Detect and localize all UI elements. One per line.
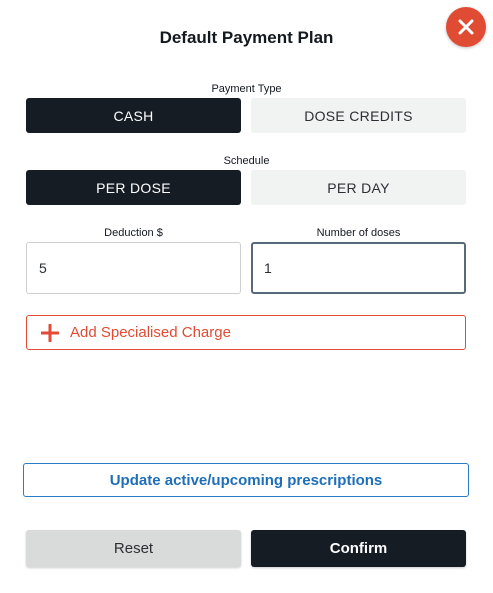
confirm-button[interactable]: Confirm	[251, 530, 466, 567]
dialog-title: Default Payment Plan	[159, 28, 334, 47]
deduction-value: 5	[39, 260, 47, 276]
number-of-doses-label: Number of doses	[316, 227, 401, 239]
schedule-per-dose-option[interactable]: PER DOSE	[26, 170, 241, 205]
payment-type-cash-option[interactable]: CASH	[26, 98, 241, 133]
deduction-input[interactable]: 5	[26, 242, 241, 294]
schedule-per-day-option[interactable]: PER DAY	[251, 170, 466, 205]
add-specialised-charge-label: Add Specialised Charge	[70, 324, 231, 341]
reset-button[interactable]: Reset	[26, 530, 241, 567]
payment-type-dose-credits-option[interactable]: DOSE CREDITS	[251, 98, 466, 133]
close-button[interactable]	[446, 7, 486, 47]
add-specialised-charge-button[interactable]: Add Specialised Charge	[26, 315, 466, 350]
plus-icon	[40, 323, 60, 343]
number-of-doses-input[interactable]: 1	[251, 242, 466, 294]
close-icon	[458, 19, 474, 35]
deduction-label: Deduction $	[104, 227, 163, 239]
schedule-label: Schedule	[223, 155, 270, 167]
update-prescriptions-button[interactable]: Update active/upcoming prescriptions	[23, 463, 469, 497]
payment-plan-dialog: Default Payment Plan Payment Type CASH D…	[0, 0, 493, 593]
payment-type-label: Payment Type	[211, 83, 282, 95]
number-of-doses-value: 1	[264, 260, 272, 276]
